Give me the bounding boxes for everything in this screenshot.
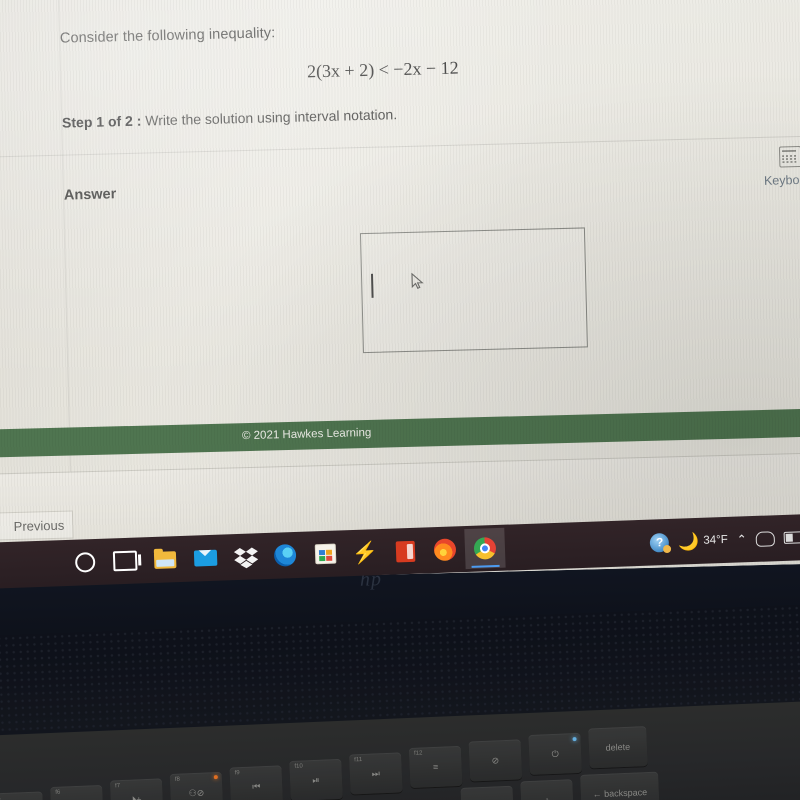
task-view-icon[interactable]: [112, 550, 138, 572]
taskbar-item-microsoft-store[interactable]: [304, 533, 345, 574]
key-plus: +: [520, 779, 574, 800]
key-f10: f10 ⏯: [289, 758, 343, 800]
battery-icon[interactable]: [783, 531, 800, 544]
system-tray[interactable]: ? 🌙 34°F ⌃: [649, 526, 800, 553]
key-f5-number: f5: [0, 796, 1, 800]
key-mute-glyph: ⊘: [491, 754, 500, 766]
key-f12-glyph: ≡: [432, 761, 439, 773]
dropbox-icon[interactable]: [233, 546, 259, 569]
previous-button-label: Previous: [13, 517, 65, 534]
laptop-photo: hp f5 ⌽⊘ f6 ⏴− f7 ⏵+ f8 ⚇⊘ f9 ⏮ f10 ⏯: [0, 0, 800, 800]
key-power-glyph: ⏻: [551, 748, 559, 759]
taskbar-item-lightning[interactable]: ⚡: [344, 532, 385, 573]
content-column: Consider the following inequality: 2(3x …: [0, 0, 800, 583]
answer-input[interactable]: [359, 227, 588, 354]
firefox-icon[interactable]: [433, 538, 457, 562]
key-f6: f6 ⏴−: [50, 784, 104, 800]
mouse-pointer-icon: [411, 272, 424, 291]
step-label: Step 1 of 2 :: [61, 112, 142, 131]
key-f10-number: f10: [294, 763, 303, 770]
mail-icon[interactable]: [193, 549, 217, 567]
office-icon[interactable]: [395, 540, 415, 562]
key-plus-glyph: +: [544, 795, 550, 800]
key-f12: f12 ≡: [408, 745, 463, 788]
key-delete-label: delete: [605, 741, 631, 753]
moon-icon: 🌙: [677, 531, 700, 552]
keyboard-tool-button[interactable]: Keyboard: [755, 145, 800, 188]
key-f8-number: f8: [174, 776, 181, 783]
key-power: ⏻: [528, 732, 582, 775]
section-divider: [0, 135, 800, 159]
weather-widget[interactable]: 🌙 34°F: [677, 531, 728, 552]
key-backspace: ← backspace: [580, 771, 660, 800]
answer-heading: Answer: [63, 186, 117, 204]
previous-button[interactable]: Previous: [0, 510, 74, 541]
key-f7-glyph: ⏵+: [131, 793, 142, 800]
question-prompt: Consider the following inequality:: [59, 25, 276, 47]
inequality-expression: 2(3x + 2) < −2x − 12: [306, 57, 459, 82]
help-icon[interactable]: ?: [649, 532, 670, 553]
onedrive-icon[interactable]: [755, 530, 776, 547]
cortana-icon[interactable]: [74, 551, 96, 573]
key-f11-glyph: ⏭: [371, 767, 381, 779]
microsoft-store-icon[interactable]: [314, 543, 336, 565]
taskbar-item-edge[interactable]: [264, 535, 305, 576]
key-f9: f9 ⏮: [229, 765, 284, 800]
taskbar-item-dropbox[interactable]: [224, 536, 265, 577]
key-f8: f8 ⚇⊘: [169, 771, 224, 800]
taskbar-item-file-explorer[interactable]: [144, 539, 185, 580]
browser-page: Consider the following inequality: 2(3x …: [0, 0, 800, 585]
key-f8-glyph: ⚇⊘: [188, 787, 205, 798]
key-power-led: [572, 736, 577, 742]
chrome-icon[interactable]: [473, 537, 497, 560]
taskbar-item-task-view[interactable]: [104, 540, 145, 581]
key-f7-number: f7: [115, 783, 121, 790]
taskbar-item-firefox[interactable]: [424, 529, 465, 570]
text-caret: [370, 273, 374, 298]
file-explorer-icon[interactable]: [153, 550, 177, 569]
taskbar-item-mail[interactable]: [184, 537, 225, 578]
key-f9-number: f9: [234, 770, 240, 777]
keyboard-tool-label: Keyboard: [763, 172, 800, 188]
key-f6-number: f6: [55, 789, 61, 796]
key-f8-led: [213, 775, 218, 780]
key-mute: ⊘: [468, 739, 523, 782]
key-backspace-label: ← backspace: [592, 787, 648, 800]
key-f10-glyph: ⏯: [312, 774, 320, 785]
taskbar-item-office[interactable]: [384, 530, 425, 571]
step-instruction: Write the solution using interval notati…: [145, 106, 398, 129]
lightning-icon[interactable]: ⚡: [352, 541, 379, 565]
key-f5: f5 ⌽⊘: [0, 791, 44, 800]
key-delete: delete: [588, 726, 648, 769]
laptop-screen: Consider the following inequality: 2(3x …: [0, 0, 800, 585]
footer-green-bar: [0, 406, 800, 458]
temperature-label: 34°F: [703, 533, 728, 547]
chevron-up-icon[interactable]: ⌃: [736, 532, 747, 546]
key-f11-number: f11: [354, 756, 363, 764]
key-minus: −: [460, 785, 515, 800]
key-f11: f11 ⏭: [349, 752, 403, 795]
step-instruction-line: Step 1 of 2 : Write the solution using i…: [62, 106, 397, 130]
keyboard-icon[interactable]: [778, 145, 800, 168]
taskbar-item-chrome[interactable]: [464, 527, 506, 570]
edge-icon[interactable]: [273, 543, 297, 567]
key-f7: f7 ⏵+: [109, 778, 164, 800]
taskbar-item-cortana[interactable]: [65, 542, 106, 583]
key-f12-number: f12: [413, 750, 423, 757]
key-f9-glyph: ⏮: [251, 780, 261, 792]
